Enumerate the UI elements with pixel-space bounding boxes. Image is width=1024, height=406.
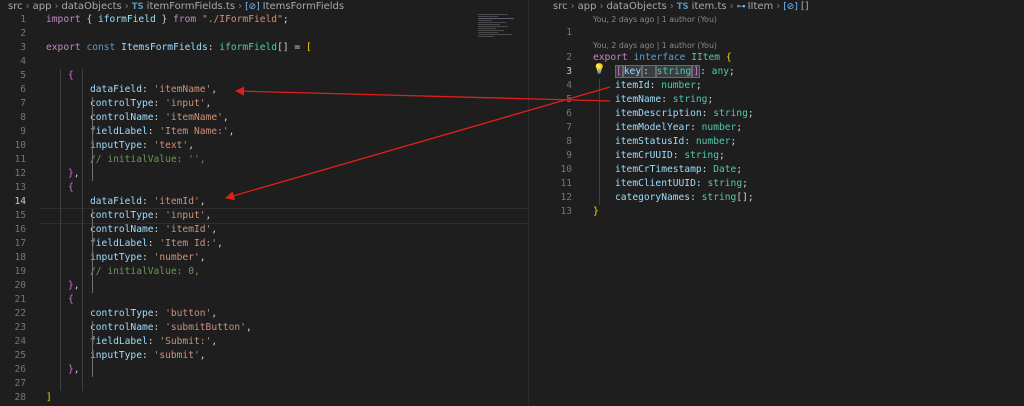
arrow-itemid <box>225 86 611 201</box>
arrow-itemname <box>235 86 611 102</box>
annotation-arrows <box>225 86 611 201</box>
